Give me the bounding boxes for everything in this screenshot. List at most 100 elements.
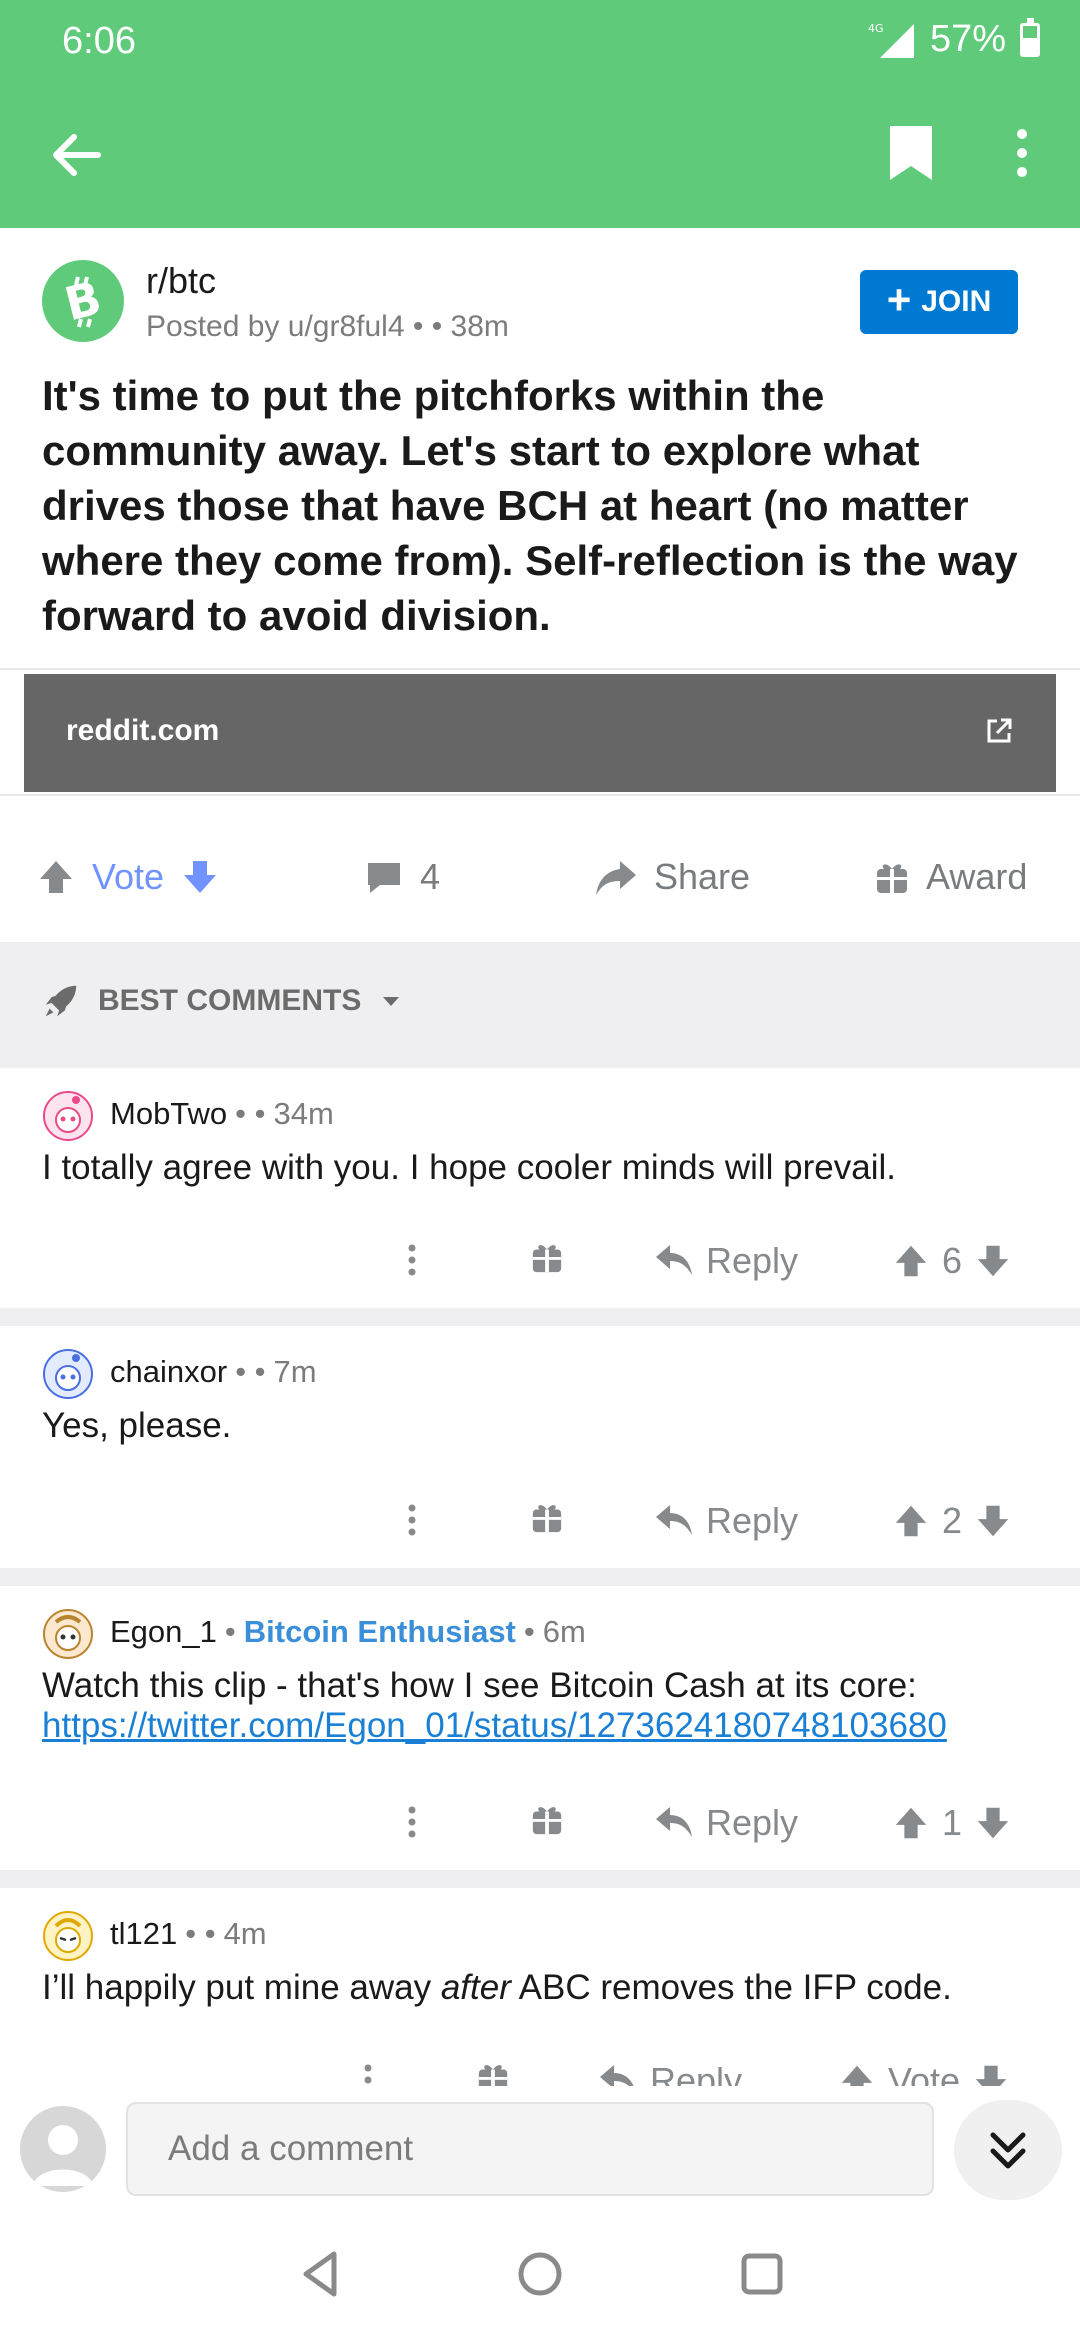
user-avatar[interactable] bbox=[42, 1910, 94, 1962]
comment-award-icon[interactable] bbox=[530, 1240, 564, 1274]
nav-home-icon[interactable] bbox=[510, 2244, 570, 2304]
comment-meta: chainxor • • 7m bbox=[110, 1354, 317, 1390]
comment-time: 7m bbox=[273, 1354, 317, 1389]
share-button[interactable]: Share bbox=[594, 856, 750, 898]
downvote-icon[interactable] bbox=[180, 857, 220, 897]
subreddit-name[interactable]: r/btc bbox=[146, 260, 216, 302]
post-byline: Posted by u/gr8ful4 • • 38m bbox=[146, 310, 509, 344]
comment-bubble-icon bbox=[368, 863, 400, 893]
comments-button[interactable]: 4 bbox=[364, 856, 440, 898]
post-action-bar: Vote 4 Share Award bbox=[0, 810, 1080, 940]
post-age: 38m bbox=[450, 310, 509, 343]
reply-arrow-icon bbox=[656, 1807, 692, 1837]
svg-text:B: B bbox=[59, 271, 106, 331]
comment-score: Vote bbox=[888, 2060, 961, 2086]
battery-percent: 57% bbox=[929, 18, 1006, 60]
back-arrow-icon[interactable] bbox=[40, 120, 110, 190]
reply-label: Reply bbox=[706, 1240, 799, 1281]
award-label: Award bbox=[926, 856, 1028, 897]
comment-text: Watch this clip - that's how I see Bitco… bbox=[42, 1666, 917, 1705]
comment-score: 1 bbox=[942, 1802, 963, 1843]
status-time: 6:06 bbox=[62, 20, 136, 62]
user-avatar[interactable] bbox=[42, 1348, 94, 1400]
link-preview-box: reddit.com bbox=[24, 674, 1056, 792]
comment-divider bbox=[0, 1870, 1080, 1888]
comment-body: I’ll happily put mine away after ABC rem… bbox=[42, 1968, 1052, 2008]
reply-button[interactable]: Reply bbox=[654, 1802, 798, 1844]
upvote-icon[interactable] bbox=[892, 1502, 930, 1540]
comment-time: 34m bbox=[273, 1096, 334, 1131]
downvote-icon[interactable] bbox=[974, 1804, 1012, 1842]
join-button[interactable]: + JOIN bbox=[860, 270, 1018, 334]
share-label: Share bbox=[654, 856, 751, 897]
comment-item: tl121 • • 4m I’ll happily put mine away af… bbox=[0, 1888, 1080, 2086]
post-author[interactable]: Posted by u/gr8ful4 bbox=[146, 310, 405, 343]
comment-award-icon[interactable] bbox=[476, 2060, 510, 2086]
comment-vote-group: 2 bbox=[892, 1500, 1012, 1542]
reply-button[interactable]: Reply bbox=[654, 1500, 798, 1542]
nav-recents-icon[interactable] bbox=[732, 2244, 792, 2304]
join-label: JOIN bbox=[921, 285, 992, 318]
comment-award-icon[interactable] bbox=[530, 1802, 564, 1836]
reply-button[interactable]: Reply bbox=[598, 2060, 742, 2086]
comment-actions: Reply 6 bbox=[0, 1240, 1080, 1300]
network-4g-icon: 4G bbox=[866, 20, 916, 60]
comment-author[interactable]: Egon_1 bbox=[110, 1614, 217, 1650]
external-link-icon bbox=[984, 716, 1014, 746]
upvote-icon[interactable] bbox=[892, 1242, 930, 1280]
award-button[interactable]: Award bbox=[874, 856, 1027, 898]
comment-count: 4 bbox=[420, 856, 441, 897]
plus-icon: + bbox=[886, 276, 912, 323]
nav-back-icon[interactable] bbox=[290, 2244, 350, 2304]
reply-arrow-icon bbox=[600, 2065, 634, 2086]
comment-item: chainxor • • 7m Yes, please. Reply 2 bbox=[0, 1326, 1080, 1568]
comment-composer-bar: Add a comment bbox=[0, 2086, 1080, 2210]
comment-award-icon[interactable] bbox=[530, 1500, 564, 1534]
reply-arrow-icon bbox=[656, 1505, 692, 1535]
current-user-avatar[interactable] bbox=[20, 2106, 106, 2192]
comment-more-icon[interactable] bbox=[360, 2060, 376, 2086]
comment-divider bbox=[0, 1308, 1080, 1326]
comment-actions: Reply Vote bbox=[0, 2060, 1080, 2086]
downvote-icon[interactable] bbox=[974, 1242, 1012, 1280]
comment-actions: Reply 1 bbox=[0, 1802, 1080, 1862]
post-title: It's time to put the pitchforks within t… bbox=[42, 372, 1018, 639]
upvote-icon[interactable] bbox=[892, 1804, 930, 1842]
comment-vote-group: 1 bbox=[892, 1802, 1012, 1844]
share-arrow-icon bbox=[596, 861, 636, 895]
comment-link[interactable]: https://twitter.com/Egon_01/status/12736… bbox=[42, 1706, 947, 1745]
comment-more-icon[interactable] bbox=[404, 1240, 420, 1280]
comment-more-icon[interactable] bbox=[404, 1500, 420, 1540]
meta-separator: • • bbox=[235, 1354, 266, 1389]
subreddit-bitcoin-icon[interactable]: B bbox=[42, 260, 124, 342]
battery-icon bbox=[1020, 17, 1040, 57]
add-comment-input[interactable]: Add a comment bbox=[126, 2102, 934, 2196]
user-avatar[interactable] bbox=[42, 1090, 94, 1142]
comment-sort-bar[interactable]: BEST COMMENTS bbox=[0, 942, 1080, 1068]
link-domain: reddit.com bbox=[66, 714, 220, 747]
comment-more-icon[interactable] bbox=[404, 1802, 420, 1842]
reply-label: Reply bbox=[706, 1500, 799, 1541]
downvote-icon[interactable] bbox=[974, 1502, 1012, 1540]
downvote-icon[interactable] bbox=[972, 2062, 1010, 2086]
user-avatar[interactable] bbox=[42, 1608, 94, 1660]
comment-meta: tl121 • • 4m bbox=[110, 1916, 267, 1952]
comment-text-start: I’ll happily put mine away bbox=[42, 1968, 441, 2007]
reply-button[interactable]: Reply bbox=[654, 1240, 798, 1282]
bookmark-icon[interactable] bbox=[880, 118, 942, 188]
upvote-icon[interactable] bbox=[36, 857, 76, 897]
comment-author[interactable]: MobTwo bbox=[110, 1096, 227, 1132]
more-options-icon[interactable] bbox=[1000, 118, 1040, 188]
comment-time: 6m bbox=[542, 1614, 586, 1649]
comment-text-end: ABC removes the IFP code. bbox=[510, 1968, 952, 2007]
upvote-icon[interactable] bbox=[838, 2062, 876, 2086]
reply-arrow-icon bbox=[656, 1245, 692, 1275]
caret-down-icon bbox=[383, 997, 400, 1006]
jump-to-next-icon[interactable] bbox=[954, 2100, 1062, 2200]
sort-selector[interactable]: BEST COMMENTS bbox=[42, 982, 403, 1020]
link-preview[interactable]: reddit.com bbox=[0, 668, 1080, 796]
comment-author[interactable]: chainxor bbox=[110, 1354, 227, 1390]
comment-author[interactable]: tl121 bbox=[110, 1916, 177, 1952]
comment-meta: Egon_1 • Bitcoin Enthusiast • 6m bbox=[110, 1614, 586, 1650]
byline-separator: • • bbox=[404, 310, 451, 343]
